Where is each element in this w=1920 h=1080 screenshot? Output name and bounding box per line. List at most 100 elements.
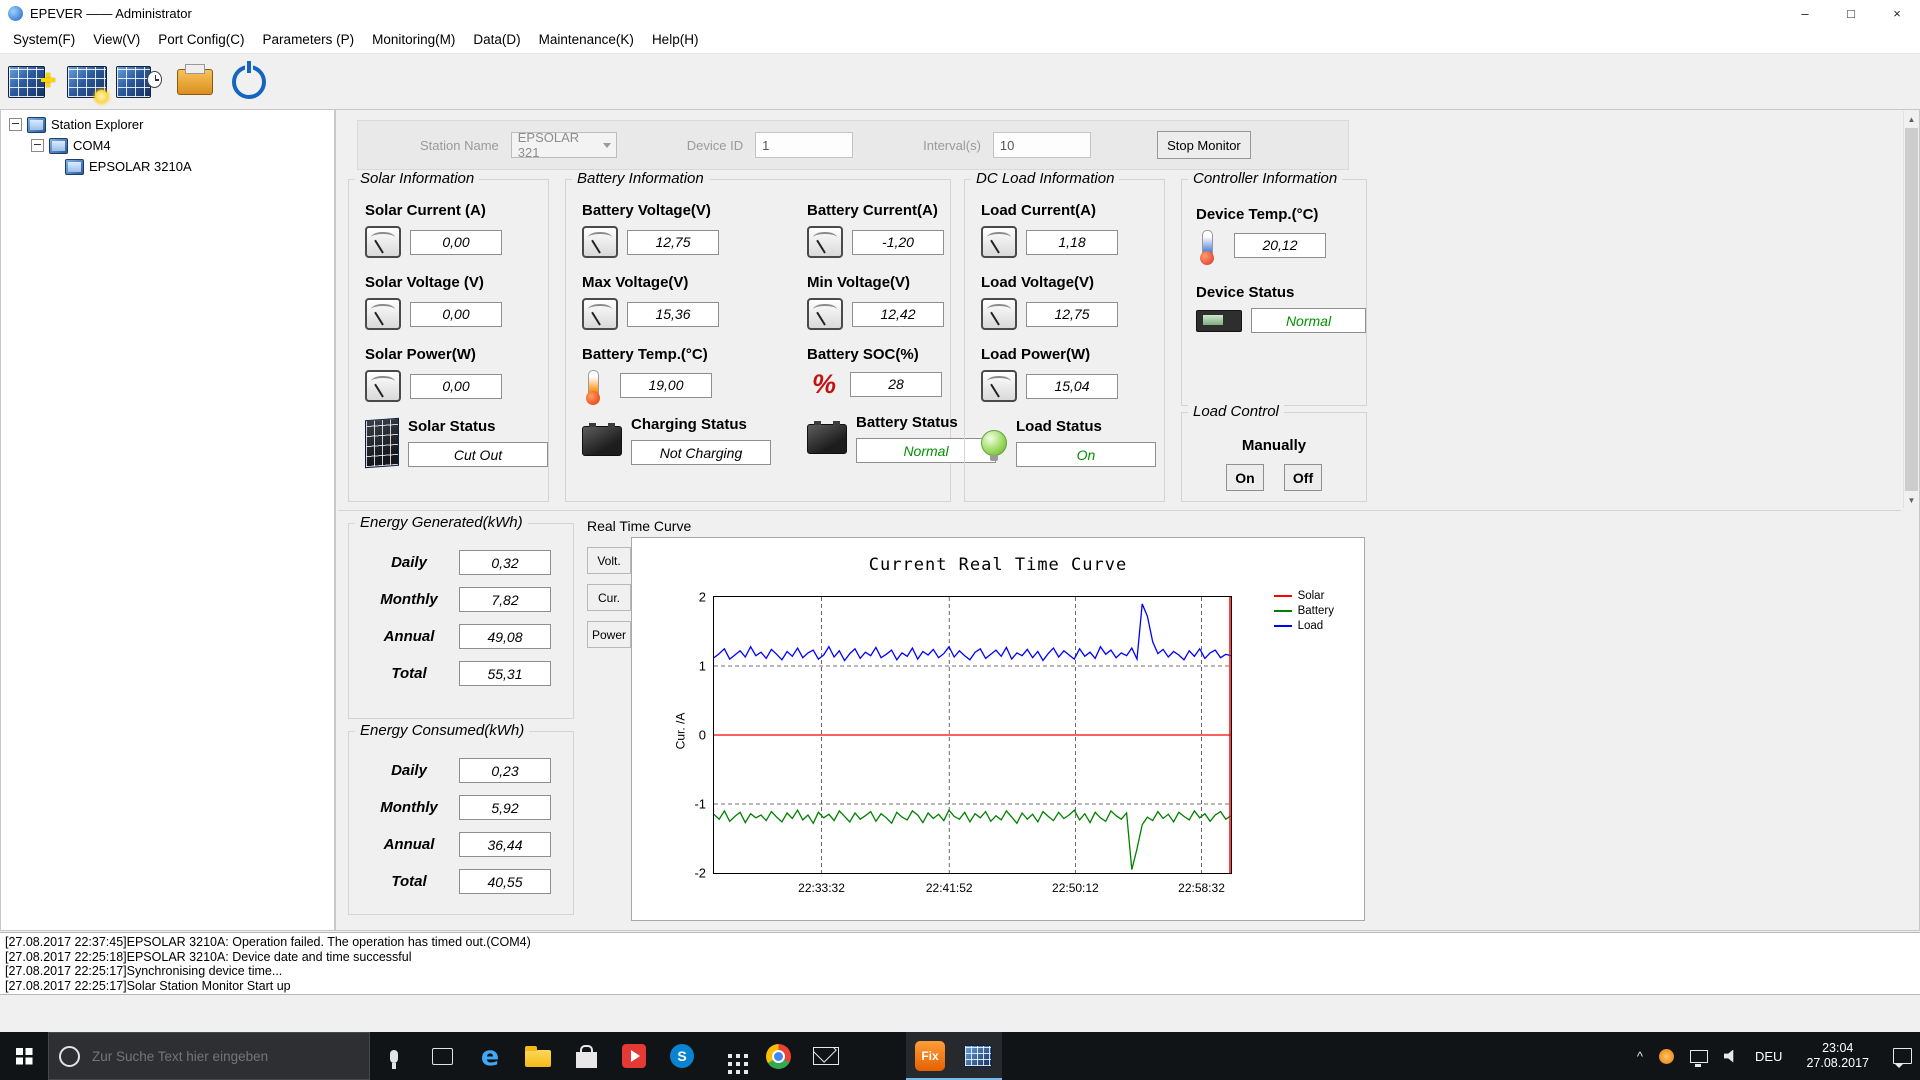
tree-expander-icon[interactable] (9, 118, 22, 131)
start-button[interactable] (0, 1032, 48, 1080)
epever-app-button[interactable] (954, 1032, 1002, 1080)
video-app-icon (622, 1044, 646, 1068)
sun-badge-icon (95, 89, 108, 103)
network-button[interactable] (1682, 1032, 1716, 1080)
gauge-icon (807, 226, 843, 258)
vertical-scrollbar[interactable]: ▲ ▼ (1903, 111, 1919, 508)
stop-monitor-button[interactable]: Stop Monitor (1156, 131, 1251, 159)
scroll-up-icon[interactable]: ▲ (1904, 111, 1919, 127)
tree-label-epsolar-3210a[interactable]: EPSOLAR 3210A (89, 159, 192, 174)
tray-alert-button[interactable] (1651, 1032, 1682, 1080)
y-tick: 2 (698, 589, 706, 605)
tab-volt[interactable]: Volt. (587, 547, 631, 574)
menu-parameters[interactable]: Parameters (P) (254, 28, 364, 51)
gauge-icon (365, 226, 401, 258)
tree-label-com4[interactable]: COM4 (73, 138, 111, 153)
search-input[interactable] (90, 1047, 369, 1065)
battery-icon (582, 422, 622, 456)
task-view-button[interactable] (418, 1032, 466, 1080)
chrome-button[interactable] (754, 1032, 802, 1080)
minimize-button[interactable]: – (1782, 0, 1828, 26)
plus-badge-icon (41, 72, 55, 87)
menu-maintenance[interactable]: Maintenance(K) (530, 28, 643, 51)
tab-cur[interactable]: Cur. (587, 584, 631, 611)
energy-row-label: Annual (383, 628, 435, 645)
mail-button[interactable] (802, 1032, 850, 1080)
group-title: Load Control (1188, 403, 1284, 420)
energy-row-value: 0,23 (459, 758, 551, 783)
scrollbar-thumb[interactable] (1905, 128, 1918, 491)
energy-row-label: Daily (391, 554, 427, 571)
tray-chevron-button[interactable]: ^ (1629, 1032, 1651, 1080)
menu-data[interactable]: Data(D) (464, 28, 529, 51)
tree-label-station-explorer[interactable]: Station Explorer (51, 117, 144, 132)
realtime-monitor-button[interactable] (116, 59, 166, 105)
action-center-button[interactable] (1885, 1032, 1920, 1080)
chrome-icon (765, 1043, 791, 1069)
panel-splitter (338, 510, 1901, 511)
edge-button[interactable]: e (466, 1032, 514, 1080)
station-monitor-button[interactable] (62, 59, 112, 105)
log-line: [27.08.2017 22:37:45]EPSOLAR 3210A: Oper… (5, 935, 531, 949)
load-on-button[interactable]: On (1226, 464, 1264, 491)
y-tick: 0 (698, 727, 706, 743)
store-button[interactable] (562, 1032, 610, 1080)
energy-row: Monthly 5,92 (359, 795, 573, 820)
add-station-button[interactable] (8, 59, 58, 105)
tab-power[interactable]: Power (587, 621, 631, 648)
load-current-label: Load Current(A) (981, 202, 1096, 219)
station-explorer-icon (27, 116, 46, 133)
x-tick: 22:50:12 (1052, 881, 1099, 895)
menu-system[interactable]: System(F) (4, 28, 84, 51)
solar-power-label: Solar Power(W) (365, 346, 476, 363)
energy-consumed-group: Energy Consumed(kWh) Daily 0,23 Monthly … (348, 722, 574, 915)
energy-row-value: 7,82 (459, 587, 551, 612)
video-app-button[interactable] (610, 1032, 658, 1080)
store-icon (575, 1044, 597, 1068)
tree-item-station-explorer[interactable]: Station Explorer (1, 114, 334, 135)
epever-taskbar-icon (964, 1045, 992, 1067)
file-explorer-button[interactable] (514, 1032, 562, 1080)
interval-label: Interval(s) (923, 137, 981, 153)
titlebar: EPEVER —— Administrator – □ × (0, 0, 1920, 26)
scroll-down-icon[interactable]: ▼ (1904, 492, 1919, 508)
tree-expander-icon[interactable] (31, 139, 44, 152)
menu-port-config[interactable]: Port Config(C) (149, 28, 253, 51)
interval-input[interactable] (992, 132, 1091, 158)
menu-help[interactable]: Help(H) (643, 28, 708, 51)
maximize-button[interactable]: □ (1828, 0, 1874, 26)
menu-monitoring[interactable]: Monitoring(M) (363, 28, 464, 51)
dc-load-information-group: DC Load Information Load Current(A) 1,18… (964, 170, 1165, 502)
device-status-value: Normal (1251, 308, 1366, 333)
tree-item-com4[interactable]: COM4 (1, 135, 334, 156)
close-button[interactable]: × (1874, 0, 1920, 26)
microphone-button[interactable] (370, 1032, 418, 1080)
legend-label-battery: Battery (1297, 604, 1334, 617)
clock[interactable]: 23:04 27.08.2017 (1790, 1032, 1885, 1080)
skype-button[interactable]: S (658, 1032, 706, 1080)
energy-row-value: 0,32 (459, 550, 551, 575)
export-data-button[interactable] (170, 59, 220, 105)
device-id-input[interactable] (755, 132, 854, 158)
solar-voltage-label: Solar Voltage (V) (365, 274, 484, 291)
fix-app-button[interactable]: Fix (906, 1032, 954, 1080)
battery-current-value: -1,20 (852, 229, 944, 255)
load-off-button[interactable]: Off (1284, 464, 1322, 491)
station-name-combo[interactable]: EPSOLAR 321 (510, 130, 617, 160)
tree-item-epsolar-3210a[interactable]: EPSOLAR 3210A (1, 156, 334, 177)
legend-item-load: Load (1273, 618, 1334, 633)
battery-voltage-value: 12,75 (627, 229, 719, 255)
file-explorer-icon (525, 1046, 551, 1067)
max-voltage-value: 15,36 (627, 301, 719, 327)
battery-temp-value: 19,00 (620, 372, 712, 398)
volume-button[interactable] (1716, 1032, 1747, 1080)
taskbar-search[interactable] (48, 1032, 370, 1080)
menu-view[interactable]: View(V) (84, 28, 149, 51)
load-voltage-label: Load Voltage(V) (981, 274, 1095, 291)
language-indicator[interactable]: DEU (1747, 1032, 1790, 1080)
volume-icon (1723, 1049, 1734, 1063)
all-apps-button[interactable] (706, 1032, 754, 1080)
x-tick: 22:58:32 (1178, 881, 1225, 895)
group-title: Battery Information (572, 170, 709, 187)
power-exit-button[interactable] (224, 59, 274, 105)
